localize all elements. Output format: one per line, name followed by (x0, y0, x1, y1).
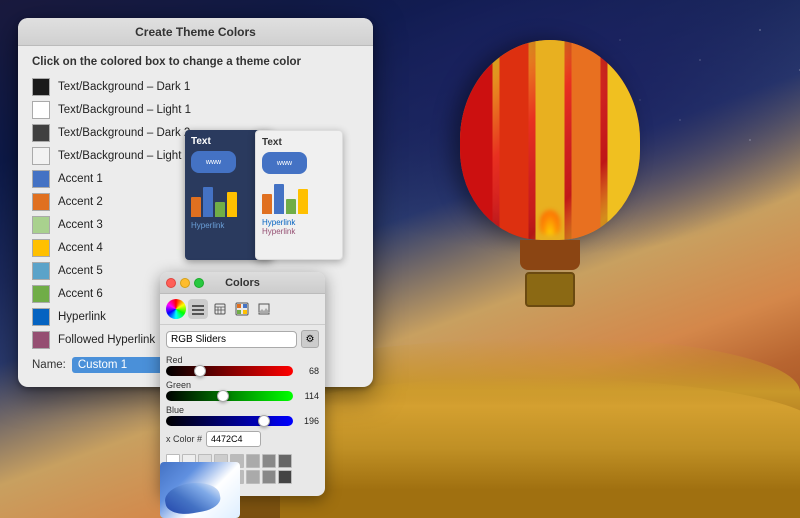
color-mode-select[interactable]: RGB Sliders (166, 331, 297, 348)
chart-bar-l2 (274, 184, 284, 214)
image-tab[interactable] (254, 299, 274, 319)
color-tabs-row (160, 294, 325, 325)
dialog-titlebar: Create Theme Colors (18, 18, 373, 46)
name-label: Name: (32, 359, 66, 371)
red-label: Red (166, 355, 319, 365)
label-dark1: Text/Background – Dark 1 (58, 81, 190, 93)
swatch-accent2[interactable] (32, 193, 50, 211)
red-value: 68 (297, 366, 319, 376)
hex-input[interactable] (206, 431, 261, 447)
label-accent4: Accent 4 (58, 242, 103, 254)
green-slider-bg[interactable] (166, 391, 293, 401)
brush-stroke (163, 478, 222, 517)
maximize-button[interactable] (194, 278, 204, 288)
chart-bar-3 (215, 202, 225, 217)
palette-tab[interactable] (232, 299, 252, 319)
color-wheel-tab[interactable] (166, 299, 186, 319)
label-accent5: Accent 5 (58, 265, 103, 277)
green-slider-track: 114 (166, 391, 319, 401)
preview-light-hyperlink[interactable]: Hyperlink (262, 218, 336, 227)
brush-preview (160, 462, 240, 518)
preview-light-followed[interactable]: Hyperlink (262, 227, 336, 236)
palette-cell[interactable] (278, 454, 292, 468)
balloon-basket (525, 272, 575, 307)
label-dark2: Text/Background – Dark 2 (58, 127, 190, 139)
blue-slider-thumb[interactable] (258, 415, 270, 427)
rgb-mode-row: RGB Sliders ⚙ (160, 325, 325, 353)
green-label: Green (166, 380, 319, 390)
swatch-accent6[interactable] (32, 285, 50, 303)
close-button[interactable] (166, 278, 176, 288)
chart-bar-l3 (286, 199, 296, 214)
colors-titlebar: Colors (160, 272, 325, 294)
sliders-tab[interactable] (188, 299, 208, 319)
gear-icon: ⚙ (306, 334, 315, 345)
red-slider-track: 68 (166, 366, 319, 376)
palette-cell[interactable] (262, 470, 276, 484)
color-row-light1[interactable]: Text/Background – Light 1 (32, 101, 359, 119)
swatch-light1[interactable] (32, 101, 50, 119)
red-slider-thumb[interactable] (194, 365, 206, 377)
green-slider-thumb[interactable] (217, 390, 229, 402)
colors-panel-title: Colors (225, 277, 260, 289)
swatch-followed[interactable] (32, 331, 50, 349)
swatch-accent5[interactable] (32, 262, 50, 280)
blue-value: 196 (297, 416, 319, 426)
hot-air-balloon (440, 40, 660, 340)
label-accent1: Accent 1 (58, 173, 103, 185)
dialog-instruction: Click on the colored box to change a the… (32, 56, 359, 68)
preview-light-card: Text www Hyperlink Hyperlink (255, 130, 343, 260)
red-slider-row: Red 68 (160, 353, 325, 378)
swatch-accent3[interactable] (32, 216, 50, 234)
label-light2: Text/Background – Light 2 (58, 150, 191, 162)
label-accent6: Accent 6 (58, 288, 103, 300)
dialog-title: Create Theme Colors (135, 25, 256, 39)
label-accent3: Accent 3 (58, 219, 103, 231)
green-value: 114 (297, 391, 319, 401)
preview-light-bubble: www (262, 152, 307, 174)
chart-bar-l4 (298, 189, 308, 214)
swatch-accent4[interactable] (32, 239, 50, 257)
pencil-tab[interactable] (210, 299, 230, 319)
blue-slider-row: Blue 196 (160, 403, 325, 428)
chart-bar-l1 (262, 194, 272, 214)
balloon-body (460, 40, 640, 240)
balloon-flame (540, 210, 560, 235)
chart-bar-1 (191, 197, 201, 217)
label-hyperlink: Hyperlink (58, 311, 106, 323)
preview-light-chart (262, 179, 336, 214)
blue-slider-bg[interactable] (166, 416, 293, 426)
swatch-dark2[interactable] (32, 124, 50, 142)
brush-preview-inner (160, 462, 240, 518)
palette-cell[interactable] (246, 454, 260, 468)
traffic-lights (166, 278, 204, 288)
preview-light-text: Text (262, 137, 336, 148)
chart-bar-4 (227, 192, 237, 217)
swatch-hyperlink[interactable] (32, 308, 50, 326)
color-row-dark1[interactable]: Text/Background – Dark 1 (32, 78, 359, 96)
palette-cell[interactable] (278, 470, 292, 484)
minimize-button[interactable] (180, 278, 190, 288)
label-followed: Followed Hyperlink (58, 334, 155, 346)
green-slider-row: Green 114 (160, 378, 325, 403)
blue-slider-track: 196 (166, 416, 319, 426)
swatch-accent1[interactable] (32, 170, 50, 188)
swatch-dark1[interactable] (32, 78, 50, 96)
gear-button[interactable]: ⚙ (301, 330, 319, 348)
hex-row: x Color # (160, 428, 325, 450)
red-slider-bg[interactable] (166, 366, 293, 376)
preview-dark-bubble: www (191, 151, 236, 173)
label-accent2: Accent 2 (58, 196, 103, 208)
palette-cell[interactable] (246, 470, 260, 484)
hex-label: x Color # (166, 434, 202, 444)
palette-cell[interactable] (262, 454, 276, 468)
swatch-light2[interactable] (32, 147, 50, 165)
label-light1: Text/Background – Light 1 (58, 104, 191, 116)
balloon-neck (520, 240, 580, 270)
chart-bar-2 (203, 187, 213, 217)
blue-label: Blue (166, 405, 319, 415)
theme-name-input[interactable] (72, 357, 172, 373)
